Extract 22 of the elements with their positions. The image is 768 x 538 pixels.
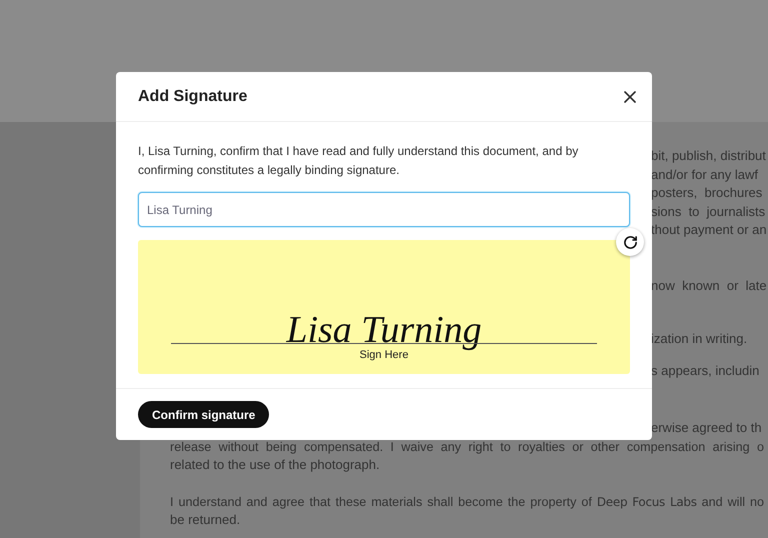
document-text: sions to journalists (651, 202, 766, 221)
sign-here-label: Sign Here (360, 349, 408, 361)
dialog-title: Add Signature (138, 88, 248, 106)
refresh-button[interactable] (616, 228, 644, 256)
document-text: bit, publish, distribut (651, 147, 767, 165)
document-text: now known or late (651, 276, 768, 294)
confirmation-text: I, Lisa Turning, confirm that I have read and fully understand this document, and by confirming constitutes a legally binding signature. (138, 143, 580, 179)
document-text: posters, brochures (651, 184, 764, 202)
document-text: and/or for any lawf (651, 166, 759, 184)
document-text: be returned. (170, 511, 242, 529)
document-text: release without being compensated. I waive any right to royalties or other compensation arising o (170, 438, 764, 456)
refresh-icon (622, 234, 638, 250)
document-text: s appears, includin (651, 362, 760, 380)
confirm-signature-button[interactable]: Confirm signature (138, 401, 270, 428)
document-text: I understand and agree that these materials shall become the property of Deep Focus Labs and will no (170, 494, 764, 511)
document-text: related to the use of the photograph. (170, 456, 381, 474)
document-text: thout payment or an (651, 221, 768, 239)
name-input-field[interactable]: Lisa Turning (138, 192, 630, 227)
signature-pad[interactable]: Lisa Turning Sign Here (138, 240, 630, 374)
document-text: ization in writing. (651, 330, 748, 348)
signature-text: Lisa Turning (286, 310, 482, 348)
document-text: erwise agreed to th (651, 419, 763, 437)
